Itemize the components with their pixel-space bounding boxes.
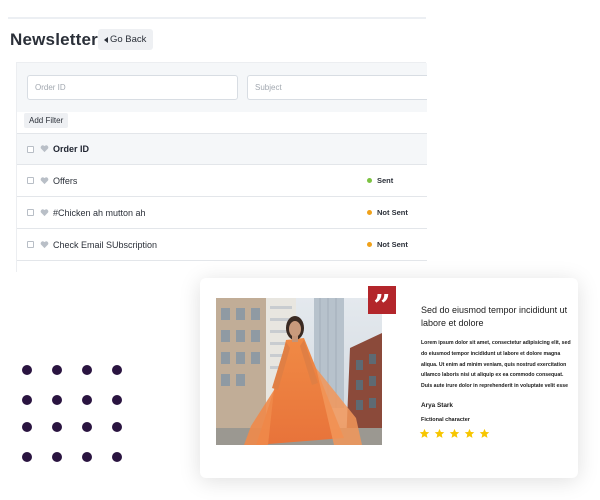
star-icon <box>449 428 460 438</box>
dot-icon <box>82 452 92 462</box>
row-checkbox[interactable] <box>27 241 34 248</box>
table-bottom-border <box>17 260 427 261</box>
testimonial-body: Lorem ipsum dolor sit amet, consectetur … <box>421 340 571 390</box>
row-title: #Chicken ah mutton ah <box>53 207 146 218</box>
add-filter-button[interactable]: Add Filter <box>24 113 69 128</box>
table-row[interactable]: Check Email SUbscription Not Sent <box>17 228 427 260</box>
dot-icon <box>82 422 92 432</box>
filter-bar: Order ID Subject <box>17 63 427 112</box>
testimonial-heading: Sed do eiusmod tempor incididunt ut labo… <box>421 305 568 328</box>
dot-icon <box>112 422 122 432</box>
dot-icon <box>112 452 122 462</box>
table-row[interactable]: Offers Sent <box>17 164 427 196</box>
decorative-dot-grid <box>22 365 122 465</box>
page-title: Newsletter <box>10 30 98 49</box>
status-dot-icon <box>367 210 372 215</box>
status-badge: Not Sent <box>367 208 408 217</box>
dot-icon <box>112 365 122 375</box>
dot-icon <box>52 365 62 375</box>
status-label: Not Sent <box>377 240 408 249</box>
heart-icon[interactable] <box>40 240 49 249</box>
testimonial-author: Arya Stark <box>421 402 453 409</box>
heart-icon[interactable] <box>40 208 49 217</box>
row-title: Offers <box>53 175 78 186</box>
dot-icon <box>22 422 32 432</box>
status-label: Sent <box>377 176 394 185</box>
subject-placeholder: Subject <box>255 83 282 92</box>
row-title: Check Email SUbscription <box>53 239 158 250</box>
star-icon <box>434 428 445 438</box>
top-divider <box>8 17 426 19</box>
subject-filter-input[interactable]: Subject <box>247 75 427 100</box>
order-id-placeholder: Order ID <box>35 83 66 92</box>
dot-icon <box>82 395 92 405</box>
testimonial-card: ” Sed do eiusmod tempor incididunt ut la… <box>200 278 578 478</box>
column-header-order-id[interactable]: Order ID <box>53 144 89 154</box>
dot-icon <box>52 452 62 462</box>
status-dot-icon <box>367 178 372 183</box>
status-label: Not Sent <box>377 208 408 217</box>
heart-icon[interactable] <box>40 144 49 153</box>
star-icon <box>464 428 475 438</box>
dot-icon <box>22 452 32 462</box>
status-badge: Not Sent <box>367 240 408 249</box>
select-all-checkbox[interactable] <box>27 145 34 153</box>
row-checkbox[interactable] <box>27 209 34 216</box>
dot-icon <box>52 422 62 432</box>
dot-icon <box>52 395 62 405</box>
table-row[interactable]: #Chicken ah mutton ah Not Sent <box>17 196 427 228</box>
dot-icon <box>82 365 92 375</box>
star-icon <box>479 428 490 438</box>
go-back-button[interactable]: Go Back <box>98 29 154 50</box>
status-dot-icon <box>367 242 372 247</box>
newsletter-table: Order ID Offers Sent #Chicken ah mutton … <box>17 133 427 261</box>
quote-icon: ” <box>368 286 396 324</box>
dot-icon <box>22 365 32 375</box>
caret-left-icon <box>104 36 108 43</box>
dot-icon <box>22 395 32 405</box>
testimonial-photo <box>216 298 382 445</box>
rating-stars <box>419 428 490 439</box>
status-badge: Sent <box>367 176 393 185</box>
heart-icon[interactable] <box>40 176 49 185</box>
star-icon <box>419 428 430 438</box>
row-checkbox[interactable] <box>27 177 34 184</box>
order-id-filter-input[interactable]: Order ID <box>27 75 238 100</box>
go-back-label: Go Back <box>110 34 147 45</box>
newsletter-panel: Order ID Subject Add Filter Order ID Off… <box>16 62 427 272</box>
testimonial-role: Fictional character <box>421 417 470 423</box>
table-header-row: Order ID <box>17 133 427 164</box>
dot-icon <box>112 395 122 405</box>
